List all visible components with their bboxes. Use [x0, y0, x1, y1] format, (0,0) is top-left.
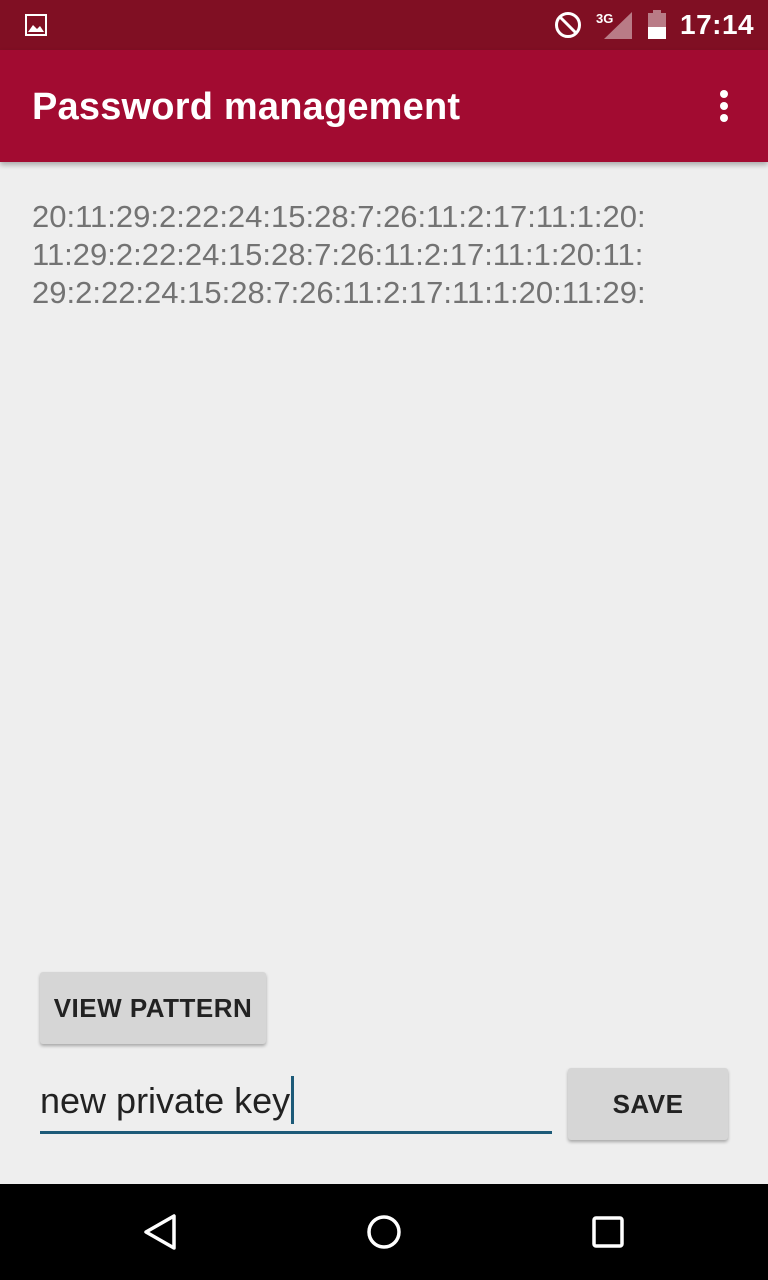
- network-type-label: 3G: [596, 11, 613, 26]
- overflow-menu-icon[interactable]: [708, 86, 740, 126]
- status-clock: 17:14: [680, 9, 755, 40]
- battery-icon: [648, 10, 666, 39]
- text-cursor: [291, 1076, 295, 1125]
- view-pattern-button[interactable]: VIEW PATTERN: [40, 972, 266, 1044]
- private-key-input[interactable]: new private key: [40, 1072, 552, 1134]
- pattern-line: 29:2:22:24:15:28:7:26:11:2:17:11:1:20:11…: [32, 275, 646, 310]
- home-icon[interactable]: [364, 1212, 404, 1252]
- gallery-icon: [25, 14, 47, 36]
- app-bar: Password management: [0, 50, 768, 162]
- private-key-input-value[interactable]: new private key: [40, 1076, 295, 1125]
- back-icon[interactable]: [140, 1212, 180, 1252]
- signal-icon: 3G: [596, 11, 632, 39]
- pattern-line: 11:29:2:22:24:15:28:7:26:11:2:17:11:1:20…: [32, 237, 644, 272]
- pattern-text: 20:11:29:2:22:24:15:28:7:26:11:2:17:11:1…: [32, 198, 742, 312]
- status-bar: 3G 17:14: [0, 0, 768, 50]
- navigation-bar: [0, 1184, 768, 1280]
- pattern-line: 20:11:29:2:22:24:15:28:7:26:11:2:17:11:1…: [32, 199, 646, 234]
- recents-icon[interactable]: [588, 1212, 628, 1252]
- save-button[interactable]: SAVE: [568, 1068, 728, 1140]
- page-title: Password management: [32, 86, 461, 128]
- do-not-disturb-icon: [555, 12, 581, 38]
